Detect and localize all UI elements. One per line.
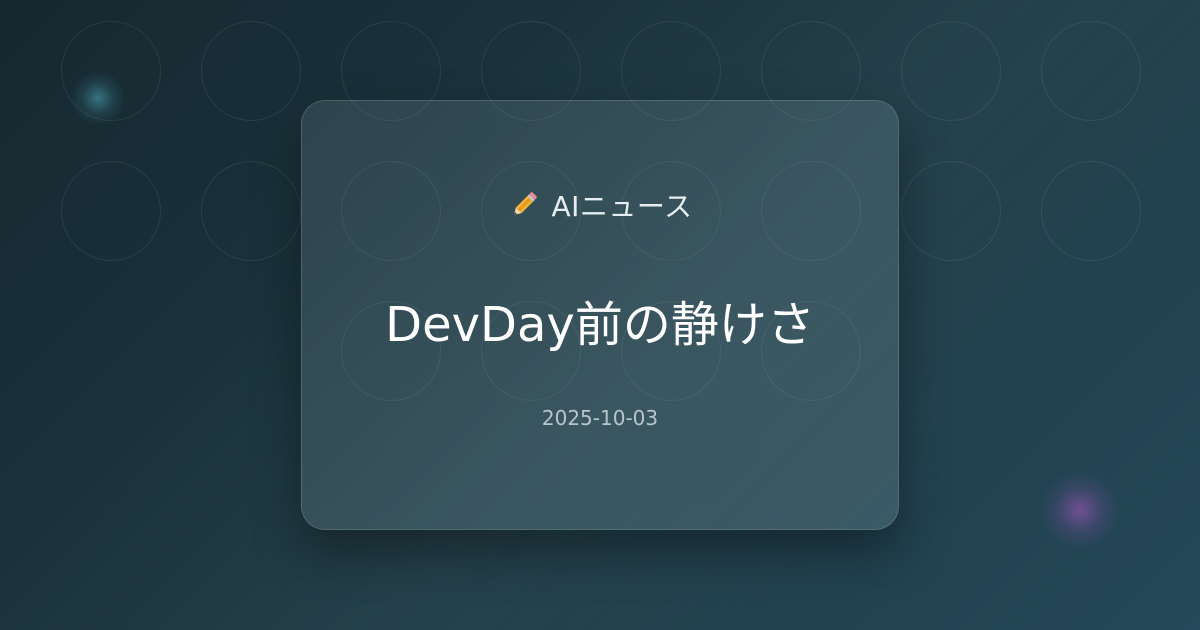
pattern-circle — [201, 21, 301, 121]
category-label-row: AIニュース — [0, 183, 1200, 227]
post-title: DevDay前の静けさ — [385, 297, 815, 353]
pencil-icon — [507, 188, 541, 222]
teal-glow-dot — [70, 70, 126, 126]
violet-glow-dot — [1040, 470, 1120, 550]
category-label: AIニュース — [551, 190, 693, 223]
pattern-circle — [1041, 21, 1141, 121]
pattern-circle — [901, 21, 1001, 121]
post-date: 2025-10-03 — [541, 406, 659, 430]
